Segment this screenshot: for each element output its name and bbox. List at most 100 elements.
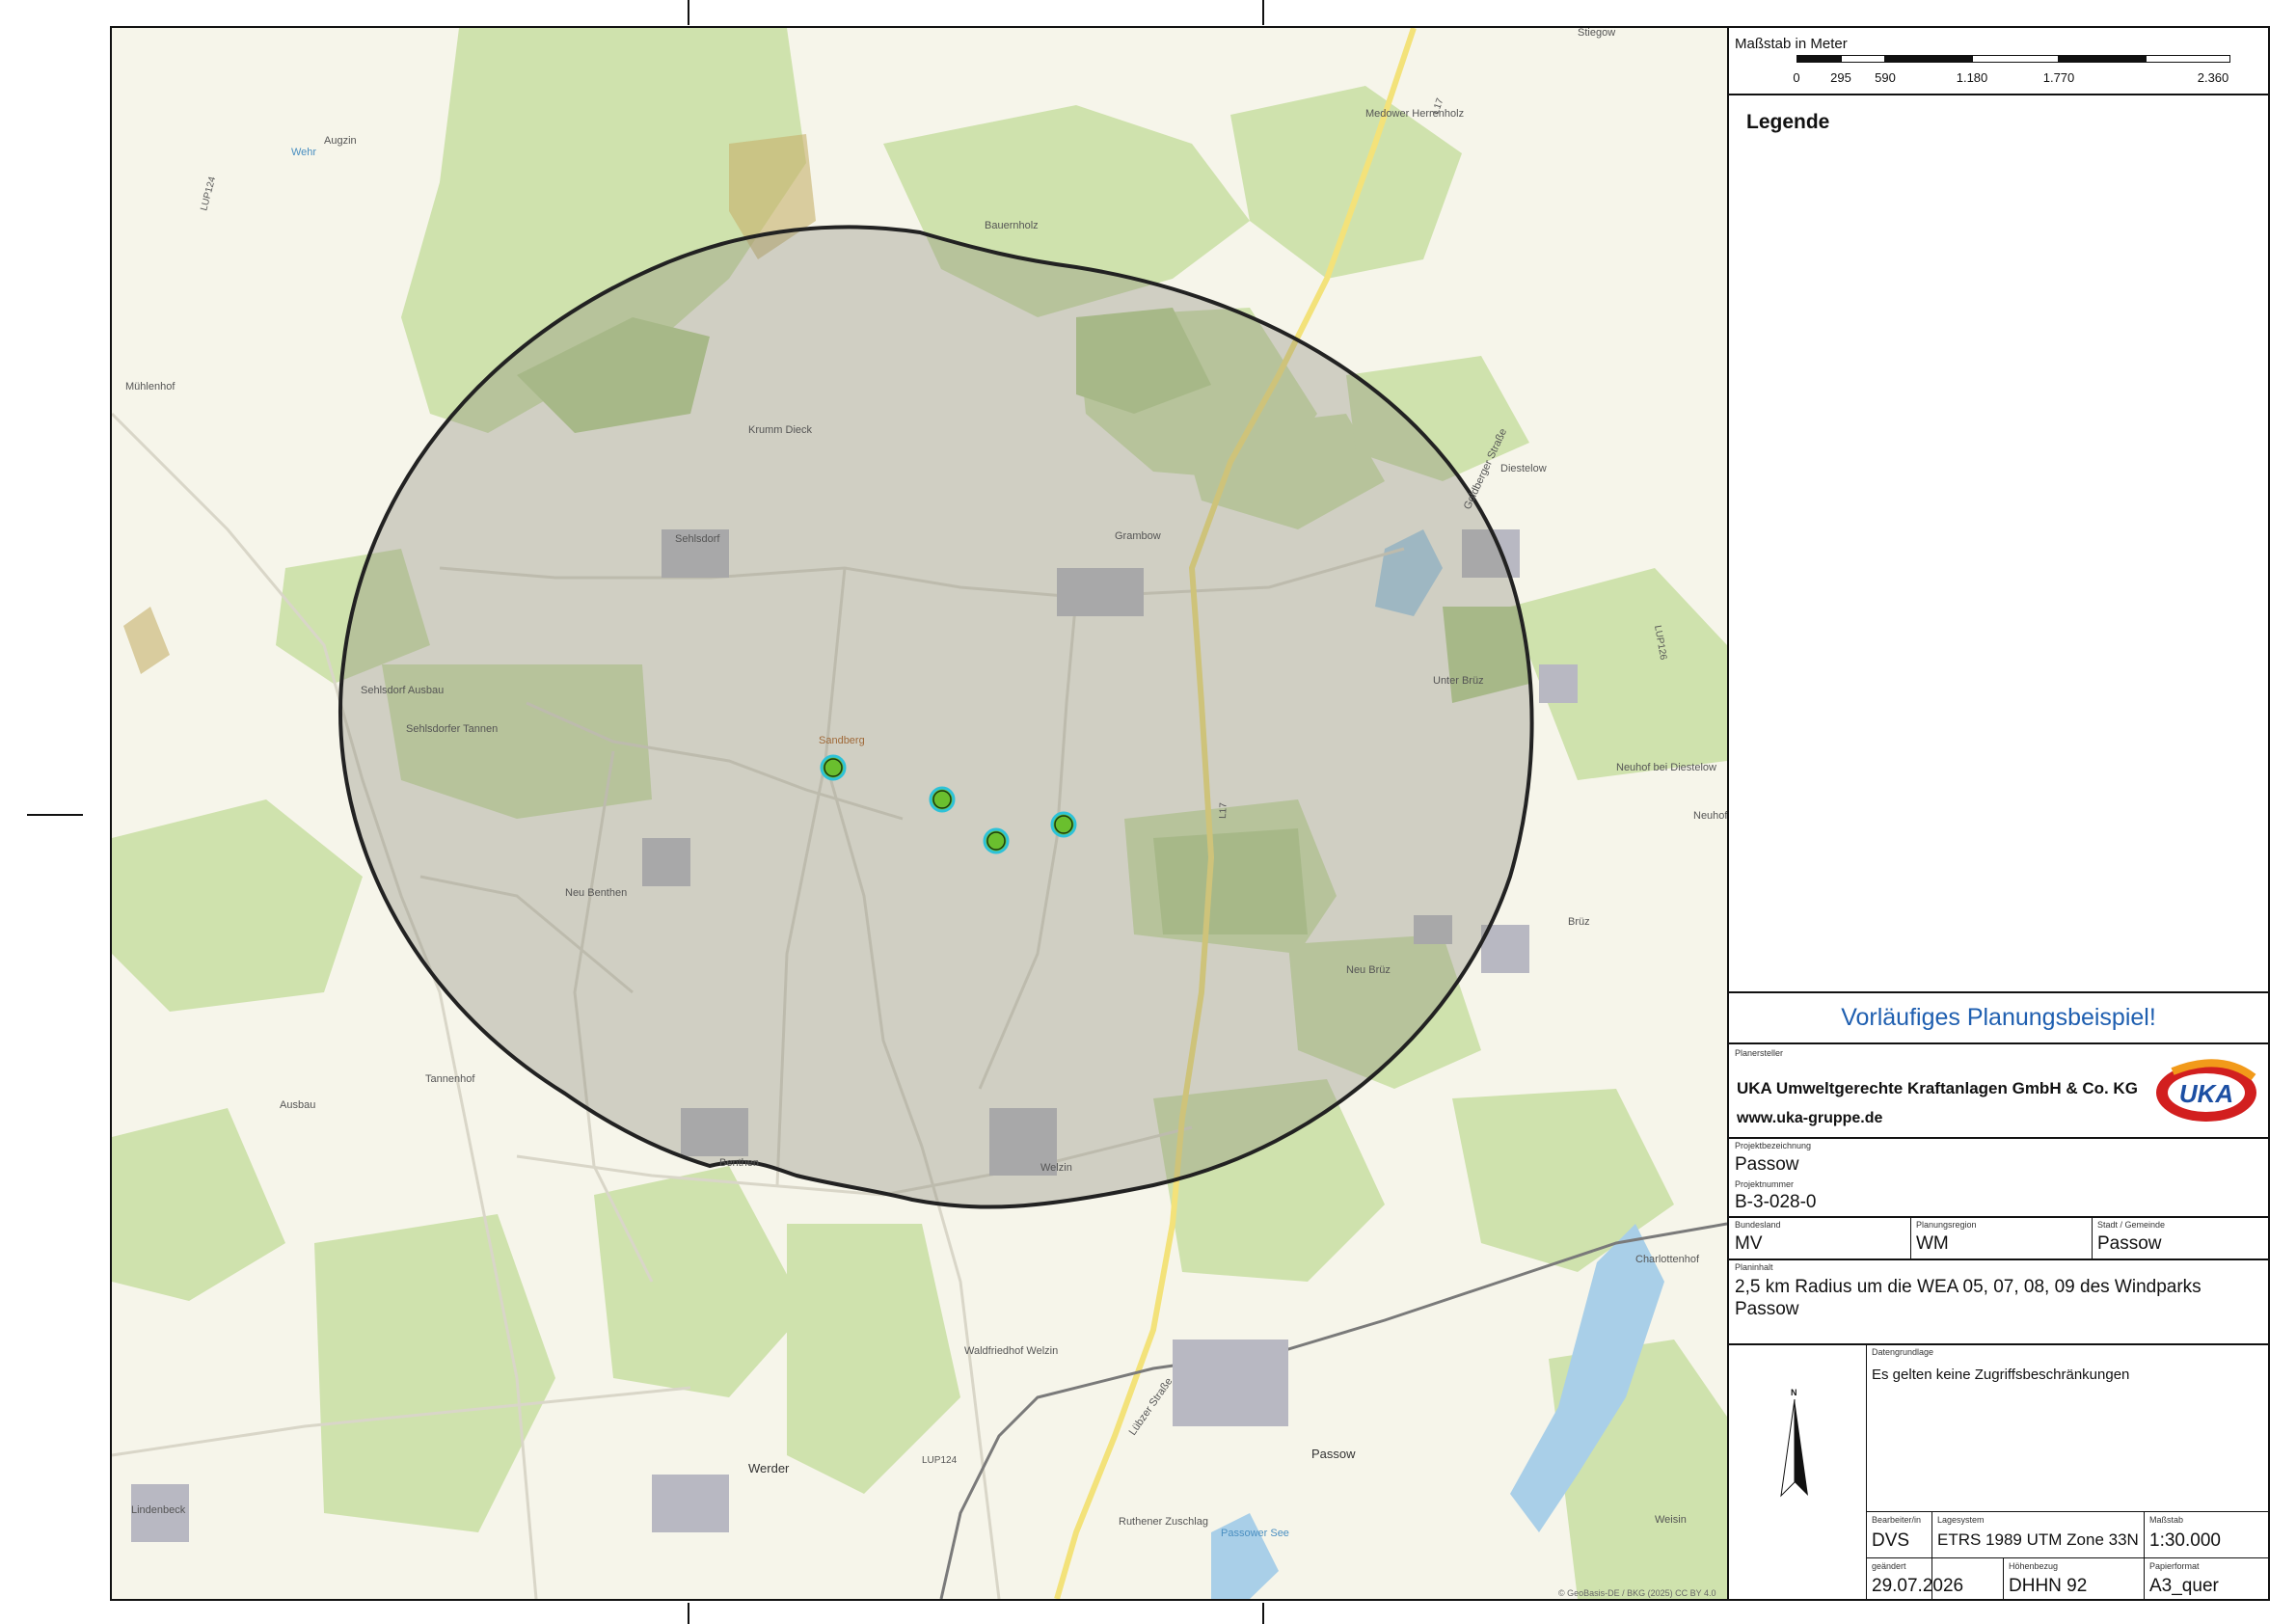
projektbezeichnung-label: Projektbezeichnung: [1735, 1141, 1812, 1150]
datengrundlage-value: Es gelten keine Zugriffsbeschränkungen: [1872, 1367, 2130, 1383]
papierformat-label: Papierformat: [2149, 1561, 2200, 1571]
preliminary-banner: Vorläufiges Planungsbeispiel!: [1841, 1003, 2156, 1031]
map-info-panel: Maßstab in Meter 0 295 590 1.180 1.770 2…: [1727, 28, 2268, 1599]
label-wehr: Wehr: [291, 147, 316, 158]
label-ausbau: Ausbau: [280, 1099, 315, 1111]
label-neuhof: Neuhof: [1693, 810, 1727, 822]
papierformat-value: A3_quer: [2149, 1576, 2219, 1596]
label-ruthener-zuschlag: Ruthener Zuschlag: [1119, 1516, 1208, 1528]
label-augzin: Augzin: [324, 135, 357, 147]
map-svg: Augzin Wehr Mühlenhof Krumm Dieck Sehlsd…: [112, 28, 1727, 1599]
label-bruez: Brüz: [1568, 916, 1590, 928]
crop-mark-top-right: [1262, 0, 1264, 25]
divider: [2092, 1216, 2093, 1259]
crop-mark-bottom-left: [688, 1603, 689, 1624]
label-stiegow: Stiegow: [1578, 28, 1615, 39]
hoehenbezug-value: DHHN 92: [2009, 1576, 2088, 1596]
scale-tick: 2.360: [2197, 70, 2229, 85]
turbine-marker-3[interactable]: [983, 827, 1010, 854]
label-werder: Werder: [748, 1461, 790, 1475]
scale-tick: 590: [1875, 70, 1896, 85]
label-sehlsdorf: Sehlsdorf: [675, 533, 720, 545]
projektbezeichnung-value: Passow: [1735, 1154, 1799, 1175]
legend-title: Legende: [1746, 111, 1830, 133]
crop-mark-left: [27, 814, 83, 816]
gemeinde-value: Passow: [2097, 1233, 2162, 1254]
divider: [1729, 1042, 2268, 1044]
label-neu-benthen: Neu Benthen: [565, 887, 627, 899]
label-charlottenhof: Charlottenhof: [1635, 1254, 1700, 1265]
map-canvas[interactable]: Augzin Wehr Mühlenhof Krumm Dieck Sehlsd…: [112, 28, 1727, 1599]
label-waldfriedhof: Waldfriedhof Welzin: [964, 1345, 1058, 1357]
north-arrow: N: [1779, 1388, 1818, 1503]
scale-tick: 1.770: [2042, 70, 2075, 85]
label-neu-bruez: Neu Brüz: [1346, 964, 1391, 976]
massstab-label: Maßstab: [2149, 1515, 2184, 1525]
divider: [1866, 1343, 1867, 1599]
lagesystem-value: ETRS 1989 UTM Zone 33N: [1937, 1530, 2139, 1549]
scale-tick: 1.180: [1956, 70, 1988, 85]
company-name: UKA Umweltgerechte Kraftanlagen GmbH & C…: [1737, 1079, 2138, 1097]
projektnummer-value: B-3-028-0: [1735, 1192, 1817, 1212]
scale-tick: 295: [1830, 70, 1851, 85]
scale-bar: [1796, 55, 2230, 63]
label-sehlsdorf-ausbau: Sehlsdorf Ausbau: [361, 685, 444, 696]
turbine-marker-4[interactable]: [1050, 811, 1077, 838]
north-label: N: [1791, 1388, 1797, 1397]
projektnummer-label: Projektnummer: [1735, 1179, 1795, 1189]
label-sehlsdorfer-tannen: Sehlsdorfer Tannen: [406, 723, 498, 735]
divider: [1729, 1343, 2268, 1345]
label-lindenbeck: Lindenbeck: [131, 1504, 186, 1516]
north-arrow-icon: [1780, 1399, 1808, 1498]
divider: [2144, 1511, 2145, 1599]
planinhalt-label: Planinhalt: [1735, 1262, 1773, 1272]
label-diestelow: Diestelow: [1500, 463, 1547, 474]
label-bauernholz: Bauernholz: [985, 220, 1039, 231]
label-passower-see: Passower See: [1221, 1528, 1289, 1539]
label-sandberg: Sandberg: [819, 735, 865, 746]
label-road-l17-b: L17: [1218, 802, 1229, 819]
divider: [1910, 1216, 1911, 1259]
company-website[interactable]: www.uka-gruppe.de: [1737, 1110, 1882, 1127]
bearbeiter-label: Bearbeiter/in: [1872, 1515, 1922, 1525]
gemeinde-label: Stadt / Gemeinde: [2097, 1220, 2166, 1230]
planinhalt-value: 2,5 km Radius um die WEA 05, 07, 08, 09 …: [1735, 1277, 2201, 1319]
label-unter-bruez: Unter Brüz: [1433, 675, 1484, 687]
label-muehlenhof: Mühlenhof: [125, 381, 176, 392]
divider: [1729, 1216, 2268, 1218]
scale-title: Maßstab in Meter: [1735, 36, 1848, 52]
label-welzin: Welzin: [1040, 1162, 1072, 1174]
geaendert-label: geändert: [1872, 1561, 1906, 1571]
uka-logo: UKA: [2153, 1052, 2259, 1129]
map-attribution: © GeoBasis-DE / BKG (2025) CC BY 4.0: [1558, 1588, 1716, 1598]
label-road-lup124-b: LUP124: [922, 1455, 958, 1466]
divider: [1729, 1137, 2268, 1139]
label-passow: Passow: [1311, 1447, 1356, 1461]
divider: [1729, 1259, 2268, 1260]
bundesland-value: MV: [1735, 1233, 1763, 1254]
geaendert-value: 29.07.2026: [1872, 1576, 1964, 1596]
crop-mark-top-left: [688, 0, 689, 25]
massstab-value: 1:30.000: [2149, 1530, 2221, 1551]
scale-tick: 0: [1793, 70, 1800, 85]
divider: [1729, 94, 2268, 95]
turbine-marker-1[interactable]: [820, 754, 847, 781]
planungsregion-value: WM: [1916, 1233, 1949, 1254]
lagesystem-label: Lagesystem: [1937, 1515, 1985, 1525]
crop-mark-bottom-right: [1262, 1603, 1264, 1624]
bundesland-label: Bundesland: [1735, 1220, 1781, 1230]
planersteller-label: Planersteller: [1735, 1048, 1784, 1058]
label-road-lup124-a: LUP124: [199, 176, 218, 212]
scale-ticks: 0 295 590 1.180 1.770 2.360: [1729, 70, 2270, 86]
buffer-2-5km-radius: [338, 225, 1534, 1209]
label-grambow: Grambow: [1115, 530, 1161, 542]
divider: [2003, 1557, 2004, 1599]
turbine-marker-2[interactable]: [929, 786, 956, 813]
label-medower-herrenholz: Medower Herrenholz: [1365, 108, 1464, 120]
hoehenbezug-label: Höhenbezug: [2009, 1561, 2059, 1571]
label-tannenhof: Tannenhof: [425, 1073, 475, 1085]
planungsregion-label: Planungsregion: [1916, 1220, 1977, 1230]
label-benthen: Benthen: [719, 1157, 759, 1169]
divider: [1866, 1511, 2268, 1512]
datengrundlage-label: Datengrundlage: [1872, 1347, 1934, 1357]
